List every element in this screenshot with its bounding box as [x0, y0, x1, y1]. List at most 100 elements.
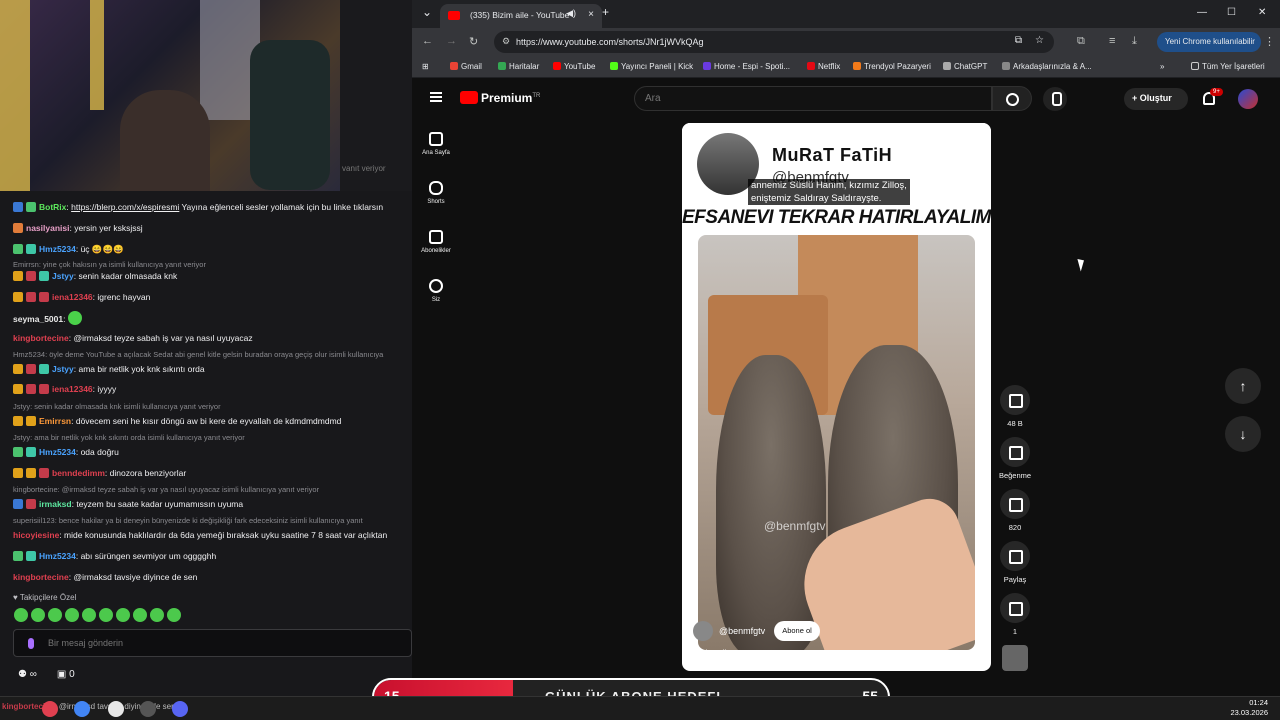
guide-item-home[interactable]: Ana Sayfa: [412, 132, 460, 156]
chat-input[interactable]: [48, 630, 348, 656]
discord-icon[interactable]: [172, 701, 188, 717]
back-icon[interactable]: ←: [422, 35, 433, 47]
subscribe-button[interactable]: Abone ol: [774, 621, 820, 641]
reply-context: Emirrsn: yine çok hakısın ya isimli kull…: [13, 260, 206, 269]
chat-username[interactable]: seyma_5001: [13, 314, 63, 324]
remix-button[interactable]: 1: [998, 593, 1032, 636]
channel-avatar[interactable]: [693, 621, 713, 641]
chat-username[interactable]: iena12346: [52, 292, 93, 302]
all-bookmarks[interactable]: Tüm Yer İşaretleri: [1191, 62, 1265, 71]
chat-username[interactable]: Hmz5234: [39, 551, 76, 561]
app-icon[interactable]: [42, 701, 58, 717]
mic-icon[interactable]: [28, 638, 34, 649]
cast-icon[interactable]: ⧉: [1015, 35, 1022, 46]
obs-icon[interactable]: [140, 701, 156, 717]
chat-username[interactable]: Hmz5234: [39, 447, 76, 457]
chat-username[interactable]: irmaksd: [39, 499, 72, 509]
previous-short-button[interactable]: ↑: [1225, 368, 1261, 404]
emote-bar[interactable]: [14, 608, 181, 622]
site-info-icon[interactable]: ⚙: [502, 36, 510, 47]
reading-list-icon[interactable]: ≡: [1109, 35, 1115, 47]
minimize-button[interactable]: —: [1197, 7, 1207, 18]
share-button[interactable]: Paylaş: [998, 541, 1032, 584]
chat-username[interactable]: Hmz5234: [39, 244, 76, 254]
chat-username[interactable]: BotRix: [39, 202, 66, 212]
comments-button[interactable]: 820: [998, 489, 1032, 532]
bookmark-maps[interactable]: Haritalar: [498, 62, 539, 71]
chat-username[interactable]: Jstyy: [52, 364, 74, 374]
bookmark-friends[interactable]: Arkadaşlarınızla & A...: [1002, 62, 1092, 71]
apps-icon[interactable]: ⊞: [422, 62, 429, 71]
bookmark-kick[interactable]: Yayıncı Paneli | Kick: [610, 62, 693, 71]
bookmark-trendyol[interactable]: Trendyol Pazaryeri: [853, 62, 931, 71]
sound-channel-thumbnail[interactable]: [1002, 645, 1028, 671]
downloads-icon[interactable]: ⤓: [1132, 35, 1137, 48]
bookmark-star-icon[interactable]: ☆: [1035, 35, 1044, 46]
forward-icon[interactable]: →: [446, 35, 457, 47]
emote-icon[interactable]: [82, 608, 96, 622]
chat-username[interactable]: kingbortecine: [13, 572, 69, 582]
chat-link[interactable]: https://blerp.com/x/espiresmi: [71, 202, 179, 212]
voice-search-icon[interactable]: [1043, 87, 1067, 111]
chat-username[interactable]: Jstyy: [52, 271, 74, 281]
maximize-button[interactable]: ☐: [1227, 7, 1236, 18]
emote-icon[interactable]: [31, 608, 45, 622]
chat-message: Emirrsn: dövecem seni he kısır döngü aw …: [13, 415, 341, 427]
chat-username[interactable]: hicoyiesine: [13, 530, 59, 540]
search-icon[interactable]: [992, 86, 1032, 111]
emote-icon[interactable]: [116, 608, 130, 622]
short-video-player[interactable]: MuRaT FaTiH @benmfgtv annemiz Süslü Hanı…: [682, 123, 991, 671]
chrome-update-pill[interactable]: Yeni Chrome kullanılabilir: [1157, 32, 1261, 52]
points-indicator[interactable]: ⚉ ∞: [18, 669, 37, 680]
bookmark-youtube[interactable]: YouTube: [553, 62, 595, 71]
avatar[interactable]: [1238, 89, 1258, 109]
guide-item-you[interactable]: Siz: [412, 279, 460, 303]
chat-message: BotRix: https://blerp.com/x/espiresmi Ya…: [13, 201, 383, 213]
bookmark-chatgpt[interactable]: ChatGPT: [943, 62, 987, 71]
chat-input-box[interactable]: [13, 629, 412, 657]
emote-icon[interactable]: [133, 608, 147, 622]
chat-username[interactable]: benndedimm: [52, 468, 105, 478]
youtube-logo[interactable]: PremiumTR: [460, 91, 540, 105]
emote-icon[interactable]: [48, 608, 62, 622]
more-bookmarks-icon[interactable]: »: [1160, 62, 1164, 71]
bookmark-spotify[interactable]: Home - Espi - Spoti...: [703, 62, 790, 71]
menu-icon[interactable]: ⋮: [1264, 35, 1275, 48]
bookmark-gmail[interactable]: Gmail: [450, 62, 482, 71]
next-short-button[interactable]: ↓: [1225, 416, 1261, 452]
chat-username[interactable]: iena12346: [52, 384, 93, 394]
emote-icon[interactable]: [167, 608, 181, 622]
chat-username[interactable]: kingbortecine: [13, 333, 69, 343]
chat-message: Jstyy: ama bir netlik yok knk sıkıntı or…: [13, 363, 205, 375]
gift-counter[interactable]: ▣ 0: [57, 669, 75, 680]
video-title[interactable]: Bizim aile: [693, 648, 732, 658]
hamburger-menu-icon[interactable]: [430, 92, 442, 102]
chat-username[interactable]: Emirrsn: [39, 416, 71, 426]
search-box[interactable]: [634, 86, 992, 111]
app-icon[interactable]: [108, 701, 124, 717]
close-tab-icon[interactable]: ×: [588, 9, 594, 20]
reload-icon[interactable]: ↻: [469, 35, 478, 48]
tab-search-icon[interactable]: ⌄: [422, 5, 432, 19]
emote-icon[interactable]: [99, 608, 113, 622]
bookmark-netflix[interactable]: Netflix: [807, 62, 840, 71]
emote-icon[interactable]: [14, 608, 28, 622]
tab-youtube[interactable]: (335) Bizim aile - YouTube ◀) ×: [440, 4, 602, 28]
dislike-button[interactable]: Beğenme: [998, 437, 1032, 480]
new-tab-button[interactable]: +: [602, 5, 609, 19]
channel-handle[interactable]: @benmfgtv: [719, 626, 765, 636]
guide-item-subscriptions[interactable]: Abonelikler: [412, 230, 460, 254]
speaker-icon[interactable]: ◀): [566, 8, 576, 19]
chat-username[interactable]: nasilyanisi: [26, 223, 69, 233]
chat-text: : abı sürüngen sevmiyor um ogggghh: [75, 551, 217, 561]
like-button[interactable]: 48 B: [998, 385, 1032, 428]
emote-icon[interactable]: [150, 608, 164, 622]
search-input[interactable]: [635, 87, 935, 110]
emote-icon[interactable]: [65, 608, 79, 622]
close-window-button[interactable]: ✕: [1258, 7, 1266, 18]
guide-item-shorts[interactable]: Shorts: [412, 181, 460, 205]
create-button[interactable]: + Oluştur: [1124, 88, 1188, 110]
address-bar[interactable]: ⚙ https://www.youtube.com/shorts/JNr1jWV…: [494, 31, 1054, 53]
extensions-icon[interactable]: ⧉: [1077, 35, 1085, 48]
chrome-icon[interactable]: [74, 701, 90, 717]
